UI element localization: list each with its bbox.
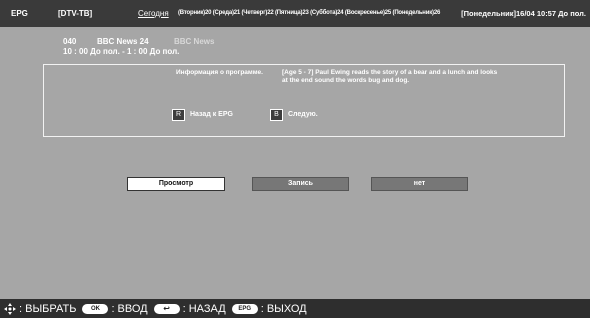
epg-title: EPG <box>11 9 28 18</box>
record-button[interactable]: Запись <box>252 177 349 191</box>
current-datetime: [Понедельник]16/04 10:57 До пол. <box>461 9 586 18</box>
exit-hint: : ВЫХОД <box>260 302 307 315</box>
next-button[interactable]: B Следую. <box>270 108 318 121</box>
back-to-epg-label: Назад к EPG <box>190 111 233 118</box>
ok-key-icon: OK <box>82 303 109 314</box>
program-time: 10 : 00 До пол. - 1 : 00 До пол. <box>63 47 180 56</box>
return-key-icon: ↩ <box>153 303 180 314</box>
next-label: Следую. <box>288 111 318 118</box>
blue-key-icon: B <box>270 108 283 121</box>
day-tabs[interactable]: (Вторник)20 (Среда)21 (Четверг)22 (Пятни… <box>178 10 440 16</box>
info-label: Информация о программе. <box>176 69 263 76</box>
select-hint: : ВЫБРАТЬ <box>19 302 77 315</box>
view-button[interactable]: Просмотр <box>127 177 225 191</box>
header-bar: EPG [DTV-TB] Сегодня (Вторник)20 (Среда)… <box>0 0 590 27</box>
navigation-arrows-icon <box>4 302 16 315</box>
channel-number: 040 <box>63 37 77 46</box>
tab-today[interactable]: Сегодня <box>138 9 169 18</box>
info-description: [Age 5 - 7] Paul Ewing reads the story o… <box>282 69 498 84</box>
program-title: BBC News <box>174 37 215 46</box>
epg-screen: EPG [DTV-TB] Сегодня (Вторник)20 (Среда)… <box>0 0 590 318</box>
no-button[interactable]: нет <box>371 177 468 191</box>
back-hint: : НАЗАД <box>182 302 226 315</box>
program-info-panel: Информация о программе. [Age 5 - 7] Paul… <box>43 64 565 137</box>
source-label: [DTV-TB] <box>58 9 93 18</box>
channel-name: BBC News 24 <box>97 37 149 46</box>
enter-hint: : ВВОД <box>111 302 148 315</box>
epg-key-icon: EPG <box>231 303 258 314</box>
back-to-epg-button[interactable]: R Назад к EPG <box>172 108 233 121</box>
hint-bar: : ВЫБРАТЬ OK : ВВОД ↩ : НАЗАД EPG : ВЫХО… <box>0 299 590 318</box>
red-key-icon: R <box>172 108 185 121</box>
